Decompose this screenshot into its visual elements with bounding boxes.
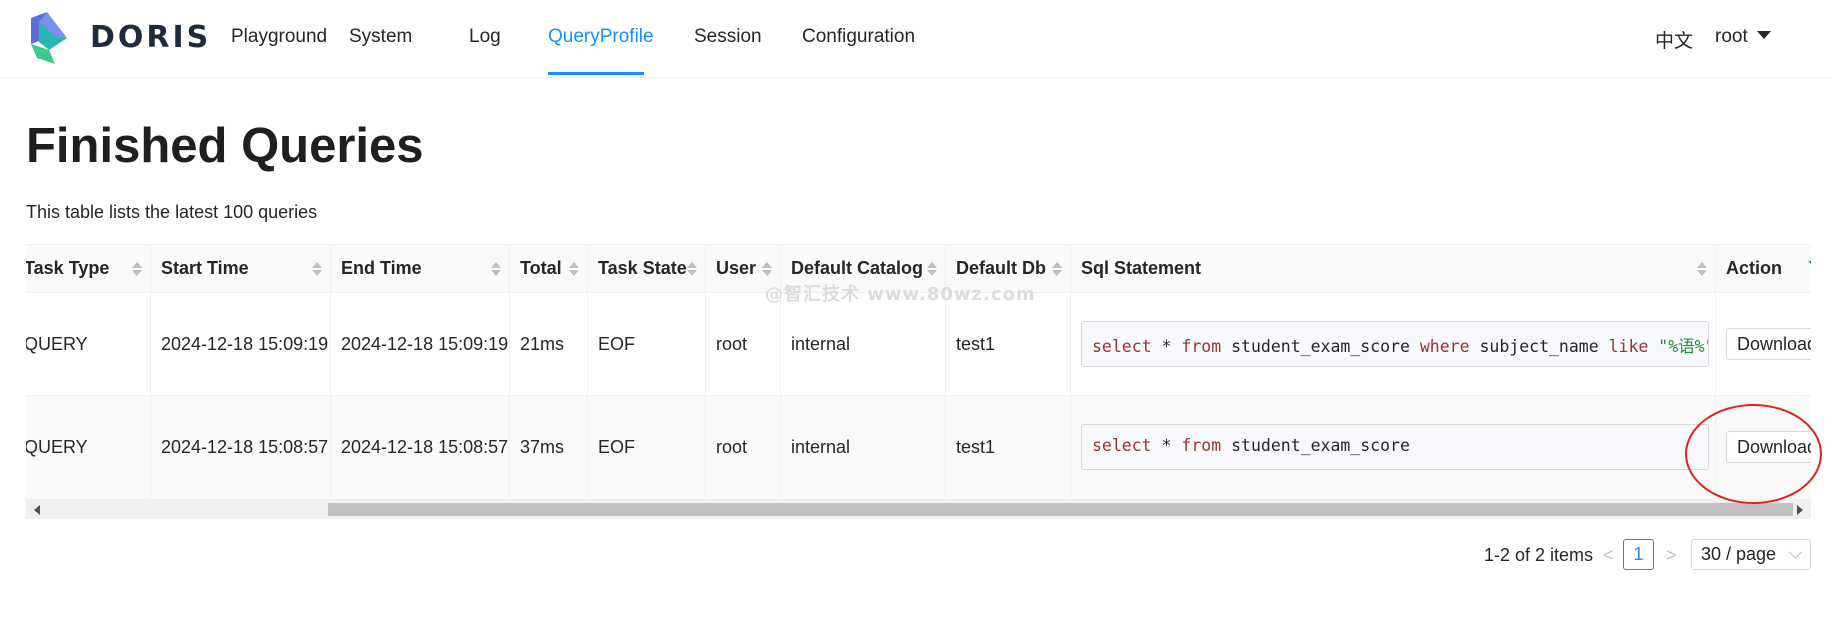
sort-icon[interactable]: [762, 262, 772, 276]
sort-icon[interactable]: [569, 262, 579, 276]
page-number-button[interactable]: 1: [1623, 539, 1654, 570]
col-sql-statement[interactable]: Sql Statement: [1071, 245, 1716, 292]
col-label: Sql Statement: [1081, 258, 1202, 278]
sql-token: select: [1092, 436, 1152, 455]
cell-action: Download: [1716, 293, 1811, 395]
col-label: Start Time: [161, 258, 249, 278]
table-row: QUERY 2024-12-18 15:08:57 2024-12-18 15:…: [26, 396, 1811, 500]
cell-action: Download: [1716, 396, 1811, 499]
col-label: Default Db: [956, 258, 1046, 278]
sql-token: where: [1419, 337, 1470, 356]
cell-start-time: 2024-12-18 15:09:19: [151, 293, 331, 395]
col-start-time[interactable]: Start Time: [151, 245, 331, 292]
cell-user: root: [706, 293, 781, 395]
cell-total: 37ms: [510, 396, 588, 499]
filter-icon[interactable]: [1808, 261, 1811, 275]
sql-token: *: [1151, 337, 1182, 356]
sort-icon[interactable]: [1052, 262, 1062, 276]
col-label: Action: [1726, 258, 1782, 278]
cell-total: 21ms: [510, 293, 588, 395]
table-row: QUERY 2024-12-18 15:09:19 2024-12-18 15:…: [26, 293, 1811, 396]
download-button[interactable]: Download: [1726, 431, 1811, 463]
col-total[interactable]: Total: [510, 245, 588, 292]
sql-token: subject_name: [1469, 337, 1609, 356]
sql-token: "%语%": [1658, 337, 1709, 356]
nav-queryprofile[interactable]: QueryProfile: [548, 26, 654, 48]
sort-icon[interactable]: [1697, 262, 1707, 276]
brand-name: DORIS: [90, 20, 212, 55]
sql-token: from: [1181, 337, 1222, 356]
queries-table: Task Type Start Time End Time Total Task…: [26, 244, 1811, 519]
col-label: Task Type: [26, 258, 110, 278]
sort-icon[interactable]: [132, 262, 142, 276]
col-default-catalog[interactable]: Default Catalog: [781, 245, 946, 292]
col-label: User: [716, 258, 757, 278]
cell-db: test1: [946, 293, 1071, 395]
cell-task-state: EOF: [588, 396, 706, 499]
nav-log[interactable]: Log: [469, 26, 501, 48]
cell-task-state: EOF: [588, 293, 706, 395]
next-page-button[interactable]: >: [1666, 545, 1677, 566]
col-label: Task State: [598, 258, 687, 278]
sql-token: like: [1608, 337, 1649, 356]
page-size-value: 30 / page: [1701, 544, 1777, 564]
col-task-state[interactable]: Task State: [588, 245, 706, 292]
col-label: Default Catalog: [791, 258, 924, 278]
top-header: DORIS Playground System Log QueryProfile…: [0, 0, 1832, 78]
col-default-db[interactable]: Default Db: [946, 245, 1071, 292]
cell-db: test1: [946, 396, 1071, 499]
sql-token: student_exam_score: [1221, 436, 1410, 455]
nav-system[interactable]: System: [349, 26, 412, 48]
pagination-total: 1-2 of 2 items: [1484, 545, 1594, 565]
sort-icon[interactable]: [312, 262, 322, 276]
main-nav: Playground System Log QueryProfile Sessi…: [203, 0, 1643, 78]
cell-end-time: 2024-12-18 15:09:19: [331, 293, 510, 395]
doris-logo-icon: [31, 12, 67, 64]
user-name: root: [1715, 26, 1748, 47]
language-switch[interactable]: 中文: [1655, 26, 1693, 53]
page-title: Finished Queries: [26, 119, 424, 173]
download-button[interactable]: Download: [1726, 328, 1811, 360]
col-action: Action: [1716, 245, 1811, 292]
prev-page-button[interactable]: <: [1603, 545, 1614, 566]
sql-token: *: [1151, 436, 1182, 455]
sort-icon[interactable]: [927, 262, 937, 276]
col-user[interactable]: User: [706, 245, 781, 292]
sql-token: select: [1092, 337, 1152, 356]
sort-icon[interactable]: [491, 262, 501, 276]
sql-token: student_exam_score: [1221, 337, 1420, 356]
cell-user: root: [706, 396, 781, 499]
cell-end-time: 2024-12-18 15:08:57: [331, 396, 510, 499]
cell-start-time: 2024-12-18 15:08:57: [151, 396, 331, 499]
page-subtitle: This table lists the latest 100 queries: [26, 202, 318, 222]
table-header-row: Task Type Start Time End Time Total Task…: [26, 245, 1811, 293]
scroll-left-arrow-icon[interactable]: [34, 505, 40, 515]
cell-task-type: QUERY: [26, 396, 151, 499]
active-tab-indicator: [548, 72, 644, 75]
scroll-right-arrow-icon[interactable]: [1797, 505, 1803, 515]
col-label: End Time: [341, 258, 422, 278]
cell-sql: select * from student_exam_score: [1071, 396, 1716, 499]
horizontal-scrollbar[interactable]: [26, 500, 1811, 519]
sort-icon[interactable]: [687, 262, 697, 276]
cell-catalog: internal: [781, 396, 946, 499]
nav-session[interactable]: Session: [694, 26, 762, 48]
caret-down-icon: [1756, 31, 1771, 39]
user-menu[interactable]: root: [1715, 26, 1771, 48]
cell-catalog: internal: [781, 293, 946, 395]
col-end-time[interactable]: End Time: [331, 245, 510, 292]
sql-code-block[interactable]: select * from student_exam_score where s…: [1081, 321, 1709, 367]
nav-playground[interactable]: Playground: [231, 26, 327, 48]
col-task-type[interactable]: Task Type: [26, 245, 151, 292]
sql-code-block[interactable]: select * from student_exam_score: [1081, 424, 1709, 470]
chevron-down-icon: [1789, 546, 1802, 559]
cell-task-type: QUERY: [26, 293, 151, 395]
scrollbar-thumb[interactable]: [328, 503, 1793, 516]
col-label: Total: [520, 258, 562, 278]
page-size-select[interactable]: 30 / page: [1691, 539, 1811, 570]
sql-token: from: [1181, 436, 1222, 455]
cell-sql: select * from student_exam_score where s…: [1071, 293, 1716, 395]
nav-configuration[interactable]: Configuration: [802, 26, 915, 48]
